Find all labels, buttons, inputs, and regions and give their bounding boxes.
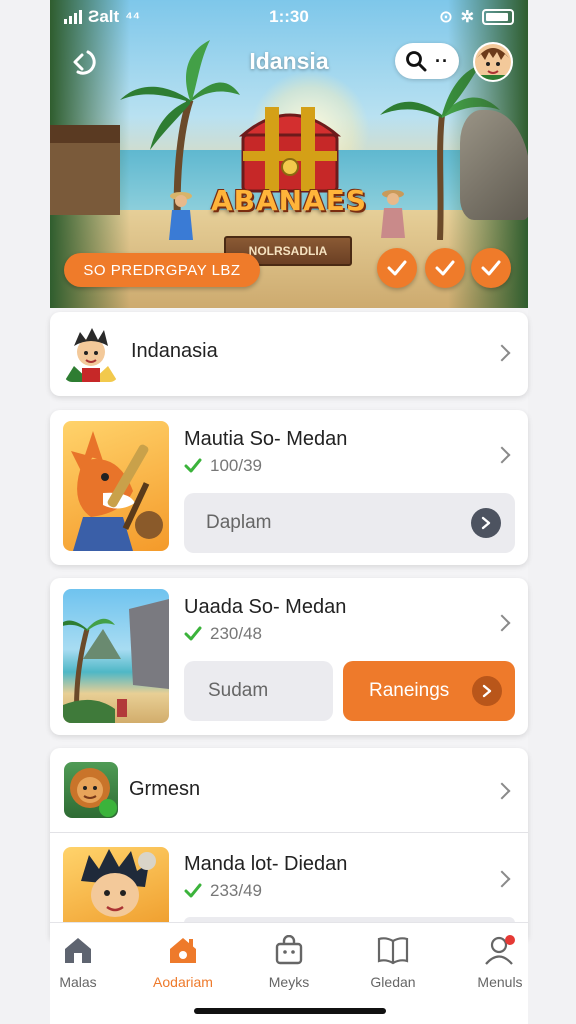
item-meta: 233/49 [184,881,262,901]
search-button[interactable]: ·· [395,43,459,79]
nav-item-menuls[interactable]: Menuls [460,935,540,990]
character-right [381,190,405,238]
battery-icon [482,9,514,25]
secondary-label: Sudam [208,680,269,701]
character-left [169,192,193,240]
status-left: Ƨalt ⁴⁴ [64,7,140,27]
primary-label: Raneings [369,680,450,701]
nav-item-aodariam[interactable]: Aodariam [143,935,223,990]
check-mark-icon [184,883,202,898]
game-thumbnail [64,762,118,818]
nav-item-gledan[interactable]: Gledan [353,935,433,990]
signal-icon [64,10,82,24]
game-logo: ABANAES [210,184,368,217]
house-icon [170,938,196,963]
list-item[interactable]: Indanasia [50,312,528,396]
item-meta: 100/39 [184,456,262,476]
item-title: Grmesn [129,778,201,800]
book-icon [377,937,409,965]
item-title: Indanasia [131,340,218,362]
item-count: 230/48 [210,624,262,643]
status-bar: Ƨalt ⁴⁴ 1::30 ⊙ ✲ [50,0,528,34]
nav-label: Menuls [477,974,523,990]
bag-icon [275,934,303,965]
character-avatar-icon [64,328,118,382]
search-icon [406,51,427,72]
check-mark-icon [184,626,202,641]
alarm-icon: ⊙ [439,9,453,26]
nav-label: Aodariam [153,974,213,990]
list-item[interactable]: Manda lot- Diedan 233/49 [50,833,528,923]
nav-label: Meyks [268,974,310,990]
primary-button[interactable]: Raneings [343,661,515,721]
list-item[interactable]: Mautia So- Medan 100/39 Daplam [50,410,528,565]
profile-icon [485,935,515,965]
secondary-button[interactable]: Sudam [184,661,333,721]
chevron-right-icon [493,344,511,362]
nav-label: Gledan [370,974,416,990]
check-icon [387,260,407,276]
avatar-icon [475,44,511,80]
chevron-right-icon [493,614,511,632]
home-indicator[interactable] [194,1008,386,1014]
game-thumbnail [64,326,118,382]
check-icon [435,260,455,276]
chevron-right-icon [493,446,511,464]
check-mark-icon [184,458,202,473]
list-item[interactable]: Uaada So- Medan 230/48 Sudam Raneings [50,578,528,735]
chevron-right-icon [493,870,511,888]
game-thumbnail [63,589,169,723]
item-title: Mautia So- Medan [184,428,348,450]
list-item[interactable]: Grmesn [50,748,528,832]
rotation-icon: ✲ [460,9,474,26]
promo-button[interactable]: SO PREDRGPAY LBZ [64,253,260,287]
check-button-3[interactable] [471,248,511,288]
more-icon[interactable]: ·· [435,51,449,72]
item-count: 233/49 [210,881,262,900]
treasure-chest-icon [238,107,342,193]
action-label: Daplam [206,512,272,533]
check-icon [481,260,501,276]
item-meta: 230/48 [184,624,262,644]
hero-character-icon [81,849,156,917]
status-right: ⊙ ✲ [439,7,514,27]
nav-item-meyks[interactable]: Meyks [249,934,329,990]
beach-scene-icon [63,599,169,723]
nav-item-malas[interactable]: Malas [38,935,118,990]
item-title: Uaada So- Medan [184,596,347,618]
network-icon: ⁴⁴ [125,8,141,26]
nav-label: Malas [59,974,97,990]
action-button[interactable]: Daplam [184,493,515,553]
app-header: Idansia ·· [50,40,528,84]
carrier-label: Ƨalt [88,7,120,26]
item-count: 100/39 [210,456,262,475]
user-avatar[interactable] [473,42,513,82]
check-button-1[interactable] [377,248,417,288]
check-button-2[interactable] [425,248,465,288]
chevron-right-icon [493,782,511,800]
lion-character-icon [70,768,117,817]
fox-character-icon [71,431,163,551]
game-thumbnail [63,847,169,923]
item-title: Manda lot- Diedan [184,853,348,875]
home-icon [65,938,91,963]
game-thumbnail [63,421,169,551]
arrow-right-icon [472,676,502,706]
arrow-right-icon [471,508,501,538]
